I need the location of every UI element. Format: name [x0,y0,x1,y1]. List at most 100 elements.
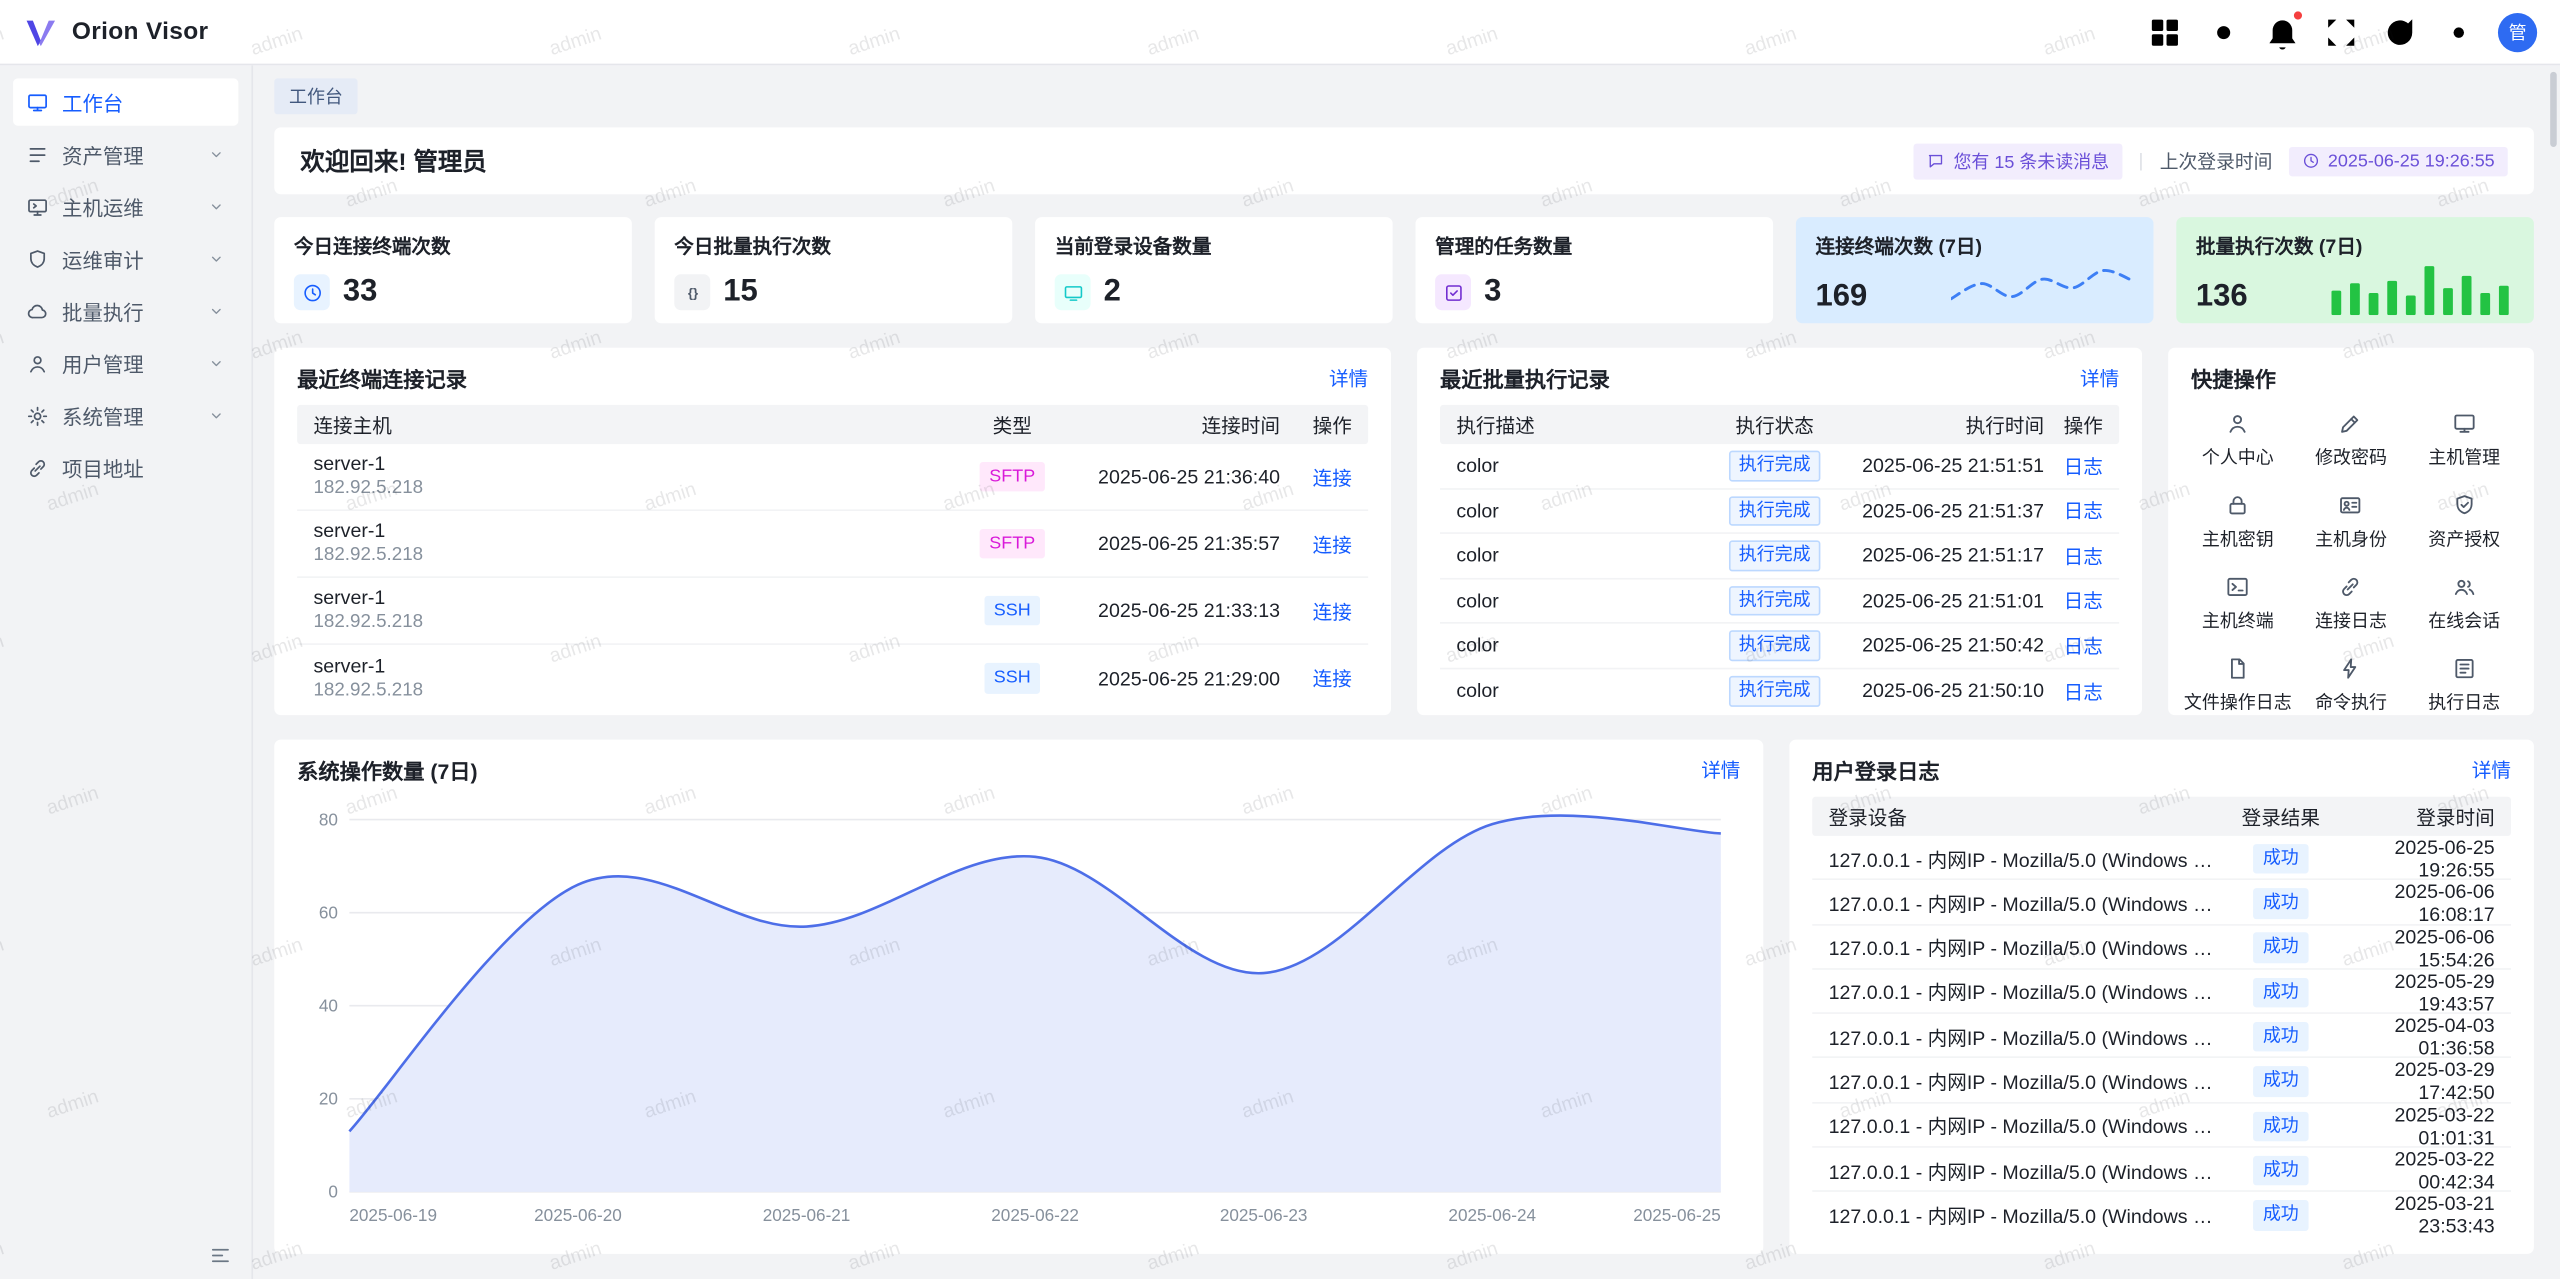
quick-action-2[interactable]: 主机管理 [2408,411,2521,470]
stat-value-row: 3 [1435,274,1753,310]
svg-text:60: 60 [319,902,338,922]
action-cell: 日志 [2044,677,2103,705]
user-avatar[interactable]: 管 [2498,12,2537,51]
terminal-icon [2226,575,2250,599]
file-icon [2226,656,2250,680]
sidebar-item-2[interactable]: 主机运维 [13,183,238,230]
quick-action-11[interactable]: 执行日志 [2408,656,2521,715]
host-name: server-1 [313,518,960,544]
stat-value: 136 [2196,279,2248,315]
type-cell: SSH [960,596,1064,626]
chart-card-detail-link[interactable]: 详情 [1701,756,1740,784]
desc-cell: color [1456,680,1707,703]
stat-label: 连接终端次数 (7日) [1816,232,2134,260]
stat-label: 批量执行次数 (7日) [2196,232,2514,260]
desc-cell: color [1456,454,1707,477]
quick-action-4[interactable]: 主机身份 [2294,493,2407,552]
connect-link[interactable]: 连接 [1313,600,1352,623]
batch-card-detail-link[interactable]: 详情 [2080,364,2119,392]
result-cell: 成功 [2237,1111,2325,1141]
host-cell: server-1182.92.5.218 [313,652,960,704]
quick-action-8[interactable]: 在线会话 [2408,575,2521,634]
quick-action-label: 在线会话 [2428,607,2500,633]
col-device: 登录设备 [1829,802,2237,830]
host-ip: 182.92.5.218 [313,611,960,636]
table-row: 127.0.0.1 - 内网IP - Mozilla/5.0 (Windows … [1812,1014,2511,1059]
refresh-icon[interactable] [2380,12,2419,51]
pencil-icon [2339,411,2363,435]
scrollbar-thumb[interactable] [2550,72,2557,147]
settings-icon[interactable] [2439,12,2478,51]
sidebar-item-6[interactable]: 系统管理 [13,392,238,439]
svg-text:2025-06-19: 2025-06-19 [349,1205,437,1225]
fullscreen-icon[interactable] [2322,12,2361,51]
terminal-records-card: 最近终端连接记录 详情 连接主机类型连接时间操作server-1182.92.5… [274,348,1391,715]
success-tag: 成功 [2253,1067,2309,1097]
result-cell: 成功 [2237,1200,2325,1230]
connect-link[interactable]: 连接 [1313,466,1352,489]
system-operations-chart-wrap: 0204060802025-06-192025-06-202025-06-212… [274,797,1763,1235]
theme-icon[interactable] [2204,12,2243,51]
login-card-detail-link[interactable]: 详情 [2472,756,2511,784]
success-tag: 成功 [2253,1200,2309,1230]
host-ip: 182.92.5.218 [313,477,960,502]
sidebar-item-1[interactable]: 资产管理 [13,131,238,178]
log-link[interactable]: 日志 [2064,680,2103,703]
quick-action-0[interactable]: 个人中心 [2181,411,2294,470]
svg-text:40: 40 [319,995,338,1015]
log-link[interactable]: 日志 [2064,545,2103,568]
stat-label: 当前登录设备数量 [1055,232,1373,260]
chevron-down-icon [207,354,225,372]
connect-link[interactable]: 连接 [1313,668,1352,691]
main-content: 工作台 欢迎回来! 管理员 您有 15 条未读消息 | 上次登录时间 2025-… [253,65,2560,1279]
quick-action-1[interactable]: 修改密码 [2294,411,2407,470]
quick-card-title: 快捷操作 [2191,362,2276,393]
sidebar-item-3[interactable]: 运维审计 [13,235,238,282]
time-cell: 2025-06-25 21:33:13 [1064,599,1280,622]
unread-messages-tag[interactable]: 您有 15 条未读消息 [1914,143,2122,179]
log-link[interactable]: 日志 [2064,500,2103,523]
asset-icon [26,143,49,166]
idcard-icon [2339,493,2363,517]
chevron-down-icon [207,198,225,216]
svg-text:2025-06-24: 2025-06-24 [1448,1205,1536,1225]
quick-action-3[interactable]: 主机密钥 [2181,493,2294,552]
quick-action-6[interactable]: 主机终端 [2181,575,2294,634]
system-operations-chart: 0204060802025-06-192025-06-202025-06-212… [300,800,1737,1234]
welcome-title: 欢迎回来! 管理员 [300,144,486,178]
apps-icon[interactable] [2145,12,2184,51]
host-cell: server-1182.92.5.218 [313,518,960,570]
quick-action-10[interactable]: 命令执行 [2294,656,2407,715]
system-operations-card: 系统操作数量 (7日) 详情 0204060802025-06-192025-0… [274,740,1763,1254]
col-time: 连接时间 [1064,411,1280,439]
quick-action-5[interactable]: 资产授权 [2408,493,2521,552]
quick-action-label: 主机终端 [2202,607,2274,633]
host-name: server-1 [313,652,960,678]
quick-action-label: 修改密码 [2315,444,2387,470]
table-header: 连接主机类型连接时间操作 [297,405,1368,444]
sidebar-item-7[interactable]: 项目地址 [13,444,238,491]
sidebar-item-0[interactable]: 工作台 [13,78,238,125]
terminal-card-detail-link[interactable]: 详情 [1329,364,1368,392]
log-link[interactable]: 日志 [2064,455,2103,478]
table-row: color执行完成2025-06-25 21:51:51日志 [1440,444,2119,489]
quick-actions-grid: 个人中心修改密码主机管理主机密钥主机身份资产授权主机终端连接日志在线会话文件操作… [2168,405,2534,715]
log-link[interactable]: 日志 [2064,590,2103,613]
stat-card-1: 今日批量执行次数{}15 [655,217,1013,323]
quick-action-9[interactable]: 文件操作日志 [2181,656,2294,715]
sidebar-item-4[interactable]: 批量执行 [13,287,238,334]
table-row: color执行完成2025-06-25 21:51:37日志 [1440,489,2119,534]
sidebar-item-5[interactable]: 用户管理 [13,340,238,387]
sidebar-collapse-icon[interactable] [209,1243,232,1266]
log-link[interactable]: 日志 [2064,635,2103,658]
desc-cell: color [1456,634,1707,657]
divider: | [2139,151,2144,171]
notifications-icon[interactable] [2263,12,2302,51]
quick-action-7[interactable]: 连接日志 [2294,575,2407,634]
batch-card-title: 最近批量执行记录 [1440,362,1610,393]
time-cell: 2025-06-06 16:08:17 [2325,880,2495,926]
status-cell: 执行完成 [1708,496,1842,526]
breadcrumb-item-workbench[interactable]: 工作台 [274,78,357,114]
time-cell: 2025-03-22 01:01:31 [2325,1103,2495,1149]
connect-link[interactable]: 连接 [1313,533,1352,556]
